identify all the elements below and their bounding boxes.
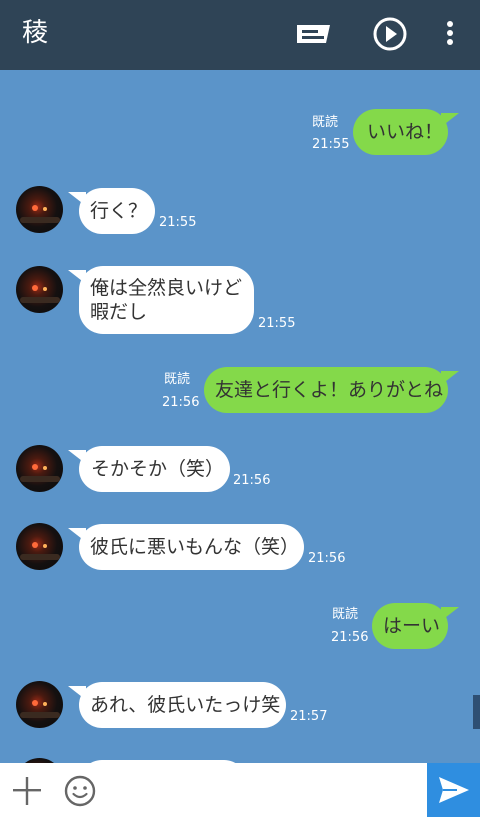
chat-header: 稜 (0, 0, 480, 70)
message-time: 21:55 (159, 215, 197, 230)
scrollbar-thumb[interactable] (473, 695, 480, 729)
message-time: 21:55 (312, 137, 350, 152)
incoming-message-bubble[interactable]: 行く？ (68, 188, 155, 234)
message-input[interactable] (106, 769, 420, 811)
message-time: 21:56 (331, 630, 369, 645)
incoming-message-bubble[interactable]: そかそか（笑） (68, 446, 230, 492)
message-text: そかそか（笑） (91, 458, 225, 480)
outgoing-message-bubble[interactable]: 友達と行くよ！ありがとね (204, 367, 459, 413)
message-text-line: 暇だし (90, 301, 148, 323)
incoming-message-bubble[interactable]: 俺は全然良いけど 暇だし (68, 266, 254, 334)
message-time: 21:56 (233, 473, 271, 488)
plus-icon[interactable] (8, 771, 46, 809)
message-time: 21:56 (308, 551, 346, 566)
read-receipt: 既読 (312, 115, 339, 130)
message-input-bar (0, 763, 480, 817)
message-time: 21:56 (162, 395, 200, 410)
avatar[interactable] (16, 445, 63, 492)
avatar[interactable] (16, 523, 63, 570)
outgoing-message-bubble[interactable]: はーい (372, 603, 459, 649)
incoming-message-bubble[interactable]: あれ、彼氏いたっけ笑 (68, 682, 286, 728)
chat-title: 稜 (22, 18, 49, 48)
message-text: あれ、彼氏いたっけ笑 (90, 694, 281, 716)
read-receipt: 既読 (164, 372, 191, 387)
message-text: いいね！ (367, 121, 444, 143)
message-time: 21:55 (258, 316, 296, 331)
emoji-icon[interactable] (61, 771, 99, 809)
play-icon[interactable] (370, 14, 410, 54)
incoming-message-bubble[interactable]: 彼氏に悪いもんな（笑） (68, 524, 304, 570)
send-icon (439, 777, 469, 803)
message-text: 彼氏に悪いもんな（笑） (90, 536, 300, 558)
avatar[interactable] (16, 186, 63, 233)
message-text-line: 俺は全然良いけど (90, 277, 243, 299)
message-list[interactable]: 既読 21:55 いいね！ 行く？ 21:55 俺は全然良いけど 暇だし 21:… (0, 70, 480, 763)
message-text: 行く？ (90, 200, 148, 222)
chat-bubble-icon[interactable] (294, 14, 334, 54)
message-time: 21:57 (290, 709, 328, 724)
read-receipt: 既読 (332, 607, 359, 622)
message-text: はーい (383, 615, 441, 637)
avatar[interactable] (16, 266, 63, 313)
more-vertical-icon[interactable] (434, 14, 466, 54)
message-text: 友達と行くよ！ありがとね (215, 379, 444, 401)
outgoing-message-bubble[interactable]: いいね！ (353, 109, 459, 155)
send-button[interactable] (427, 763, 480, 817)
avatar[interactable] (16, 681, 63, 728)
